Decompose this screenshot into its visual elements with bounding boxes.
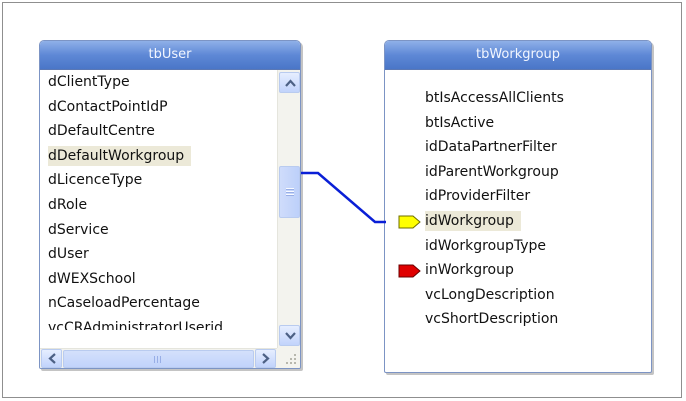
column-name: vcShortDescription [425,311,559,328]
column-name: dClientType [48,74,130,90]
column-row[interactable]: dWEXSchool [40,267,277,292]
column-row[interactable]: btIsActive [385,111,651,136]
chevron-right-icon [262,353,270,364]
column-row[interactable]: nCaseloadPercentage [40,291,277,316]
column-row[interactable]: vcCRAdministratorUserid [40,316,277,330]
column-row[interactable]: idParentWorkgroup [385,160,651,185]
vertical-scrollbar[interactable] [277,70,300,348]
chevron-left-icon [48,353,56,364]
column-name: dDefaultCentre [48,123,155,140]
column-row[interactable]: dDefaultWorkgroup [40,144,277,169]
primary-key-marker-icon [398,215,421,229]
scroll-left-button[interactable] [41,349,62,368]
column-row[interactable]: idWorkgroup [385,209,651,234]
scroll-up-button[interactable] [279,72,300,93]
table-tbuser[interactable]: tbUser dClientType dContactPointIdP dDefau… [39,40,301,369]
column-name: dWEXSchool [48,270,136,287]
column-row[interactable]: idWorkgroupType [385,234,651,259]
column-row[interactable]: dLicenceType [40,168,277,193]
column-row[interactable]: vcShortDescription [385,307,651,332]
scrollbar-thumb[interactable] [279,166,300,218]
column-name: btIsAccessAllClients [425,90,564,106]
column-row[interactable]: inWorkgroup [385,258,651,283]
column-name: dService [48,221,109,238]
column-name: inWorkgroup [425,262,514,279]
chevron-down-icon [285,332,296,340]
column-name: vcCRAdministratorUserid [48,319,224,330]
scroll-down-button[interactable] [279,325,300,346]
table-title-tbworkgroup[interactable]: tbWorkgroup [385,41,651,70]
column-name: dUser [48,246,89,263]
chevron-up-icon [285,79,296,87]
column-list-tbuser: dClientType dContactPointIdP dDefaultCentr… [40,70,277,348]
table-tbworkgroup[interactable]: tbWorkgroup btIsAccessAllClients btIsActi… [384,40,652,373]
column-row[interactable]: idDataPartnerFilter [385,135,651,160]
column-row[interactable]: btIsAccessAllClients [385,86,651,111]
column-row[interactable]: idProviderFilter [385,184,651,209]
column-name: dLicenceType [48,172,143,189]
column-name: idWorkgroupType [425,237,547,254]
horizontal-scrollbar-thumb[interactable] [63,350,254,368]
column-name: idProviderFilter [425,188,531,205]
table-title-tbuser[interactable]: tbUser [40,41,300,70]
column-name: dContactPointIdP [48,98,168,115]
column-list-tbworkgroup: btIsAccessAllClients btIsActive idDataPart… [385,86,651,332]
scroll-right-button[interactable] [255,349,276,368]
column-row[interactable]: dDefaultCentre [40,119,277,144]
resize-grip-icon[interactable] [277,348,300,368]
column-row[interactable]: dService [40,218,277,243]
column-row[interactable]: dContactPointIdP [40,95,277,120]
column-row[interactable]: dClientType [40,70,277,95]
column-row[interactable]: dUser [40,242,277,267]
column-name: vcLongDescription [425,286,555,303]
column-name: dRole [48,196,88,213]
column-name: btIsActive [425,114,495,131]
column-row[interactable]: dRole [40,193,277,218]
column-name: dDefaultWorkgroup [48,145,192,166]
column-row[interactable]: vcLongDescription [385,283,651,308]
column-name: idWorkgroup [425,210,521,231]
foreign-key-marker-icon [398,264,421,278]
column-name: nCaseloadPercentage [48,295,200,312]
column-name: idDataPartnerFilter [425,139,557,156]
horizontal-scrollbar[interactable] [40,348,277,368]
column-name: idParentWorkgroup [425,163,559,180]
